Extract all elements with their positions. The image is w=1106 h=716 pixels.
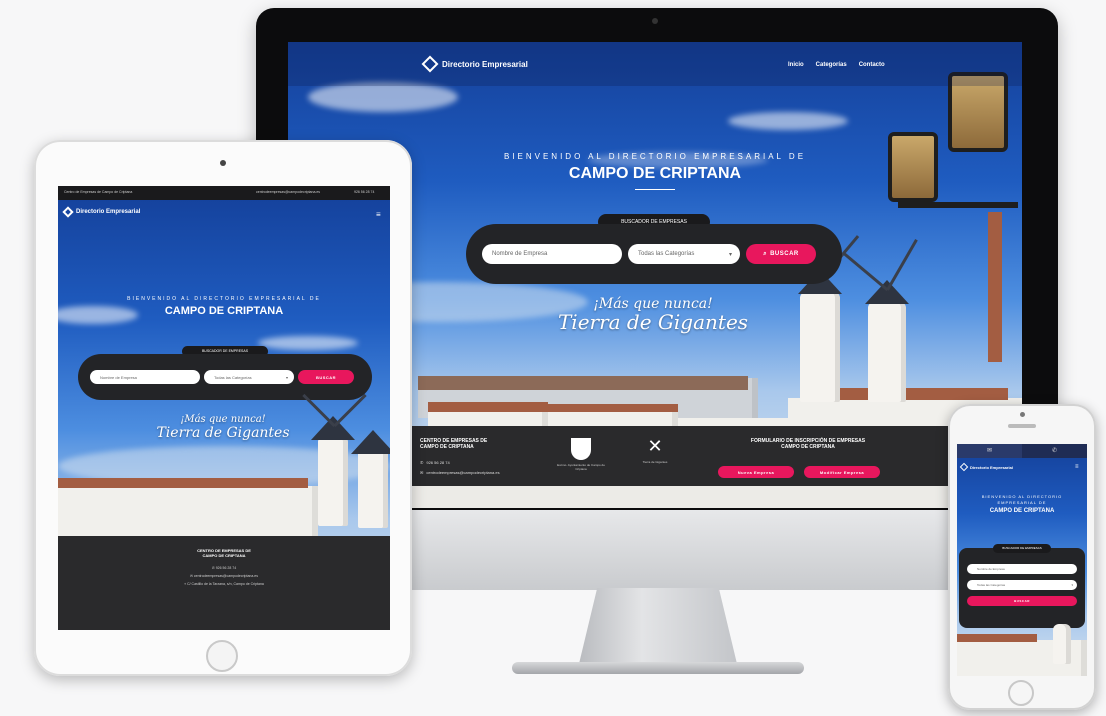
iphone-home-button bbox=[1008, 680, 1034, 706]
tablet-brand-logo[interactable]: Directorio Empresarial bbox=[62, 206, 141, 218]
slogan-line-2: Tierra de Gigantes bbox=[557, 310, 749, 334]
category-select[interactable]: Todas las Categorías ▾ bbox=[628, 244, 740, 264]
mobile-brand-logo-icon bbox=[959, 462, 969, 472]
device-mockup-stage: Directorio Empresarial Inicio Categorías… bbox=[0, 0, 1106, 716]
form-title: FORMULARIO DE INSCRIPCIÓN DE EMPRESAS CA… bbox=[750, 438, 866, 450]
tablet-company-name-input[interactable]: Nombre de Empresa bbox=[90, 370, 200, 384]
tablet-category-value: Todas las Categorías bbox=[214, 374, 252, 380]
mobile-category-value: Todas las Categorías bbox=[977, 583, 1006, 587]
tablet-website: Centro de Empresas de Campo de Criptana … bbox=[58, 186, 390, 630]
mobile-search-tag: BUSCADOR DE EMPRESAS bbox=[993, 544, 1051, 553]
tablet-hero-welcome: BIENVENIDO AL DIRECTORIO EMPRESARIAL DE bbox=[127, 296, 321, 302]
tablet-footer-title: CENTRO DE EMPRESAS DE CAMPO DE CRIPTANA bbox=[197, 548, 251, 558]
tablet-topbar-phone: 926 56 28 74 bbox=[354, 190, 375, 194]
phone-icon: ✆ bbox=[420, 460, 424, 465]
new-company-button[interactable]: Nueva Empresa bbox=[718, 466, 794, 478]
mobile-hero-welcome: BIENVENIDO AL DIRECTORIO EMPRESARIAL DE bbox=[981, 494, 1063, 505]
tablet-footer-phone: 926 56 28 74 bbox=[215, 566, 237, 570]
tablet-brand-logo-icon bbox=[62, 206, 74, 218]
search-icon: ⌕ bbox=[763, 250, 768, 257]
mobile-topbar: ✉ ✆ bbox=[957, 444, 1087, 458]
top-navbar: Directorio Empresarial Inicio Categorías… bbox=[288, 42, 1022, 86]
nav-item-home[interactable]: Inicio bbox=[788, 62, 804, 68]
footer-email[interactable]: centrodeempresas@campodecriptana.es bbox=[426, 470, 499, 475]
search-bar: Nombre de Empresa Todas las Categorías ▾… bbox=[466, 224, 842, 284]
chevron-down-icon: ▾ bbox=[728, 251, 732, 258]
modify-company-button[interactable]: Modificar Empresa bbox=[804, 466, 880, 478]
tablet-category-select[interactable]: Todas las Categorías ▾ bbox=[204, 370, 294, 384]
mobile-category-select[interactable]: Todas las Categorías ▾ bbox=[967, 580, 1077, 590]
tablet-search-button[interactable]: BUSCAR bbox=[298, 370, 354, 384]
tierra-gigantes-logo: ✕ Tierra de Gigantes bbox=[630, 436, 680, 464]
tablet-topbar-email: centrodeempresas@campodecriptana.es bbox=[256, 190, 321, 194]
tablet-search-bar: Nombre de Empresa Todas las Categorías ▾… bbox=[78, 354, 372, 400]
brand-name: Directorio Empresarial bbox=[442, 59, 528, 69]
town-hall-caption: Excmo. Ayuntamiento de Campo de Criptana bbox=[557, 463, 605, 471]
mail-icon: ✉ bbox=[420, 470, 424, 475]
mobile-brand-name: Directorio Empresarial bbox=[970, 464, 1013, 470]
tablet-footer-address: C/ Castillo de la Tarzana, s/n, Campo de… bbox=[187, 582, 264, 586]
mobile-brand-logo[interactable]: Directorio Empresarial bbox=[959, 462, 1013, 472]
company-name-input[interactable]: Nombre de Empresa bbox=[482, 244, 622, 264]
mobile-phone-icon[interactable]: ✆ bbox=[1022, 444, 1087, 458]
hero-divider bbox=[635, 189, 675, 190]
town-hall-logo: Excmo. Ayuntamiento de Campo de Criptana bbox=[556, 438, 606, 471]
tablet-hero-title: CAMPO DE CRIPTANA bbox=[164, 305, 284, 317]
tablet-footer-email[interactable]: centrodeempresas@campodecriptana.es bbox=[194, 574, 258, 578]
tablet-slogan-line-2: Tierra de Gigantes bbox=[156, 425, 290, 441]
mobile-search-box: BUSCADOR DE EMPRESAS Nombre de Empresa T… bbox=[959, 544, 1085, 628]
mobile-search-button[interactable]: BUSCAR bbox=[967, 596, 1077, 606]
tierra-gigantes-caption: Tierra de Gigantes bbox=[642, 460, 668, 464]
tablet-footer: CENTRO DE EMPRESAS DE CAMPO DE CRIPTANA … bbox=[58, 536, 390, 630]
nav-item-categories[interactable]: Categorías bbox=[816, 62, 847, 68]
imac-stand bbox=[578, 588, 738, 668]
mobile-company-name-input[interactable]: Nombre de Empresa bbox=[967, 564, 1077, 574]
mobile-menu-icon[interactable]: ≡ bbox=[1075, 464, 1079, 470]
brand-logo[interactable]: Directorio Empresarial bbox=[421, 55, 528, 73]
ipad-camera bbox=[220, 160, 226, 166]
footer-phone: 926 56 28 74 bbox=[426, 460, 450, 465]
tablet-topbar: Centro de Empresas de Campo de Criptana … bbox=[58, 186, 390, 200]
search-button[interactable]: ⌕ BUSCAR bbox=[746, 244, 816, 264]
ipad-home-button bbox=[206, 640, 238, 672]
windmill-icon: ✕ bbox=[647, 436, 663, 456]
iphone-camera bbox=[1020, 412, 1025, 417]
tablet-topbar-left: Centro de Empresas de Campo de Criptana bbox=[64, 190, 133, 194]
imac-foot bbox=[512, 662, 804, 674]
iphone-speaker bbox=[1008, 424, 1036, 428]
menu-icon[interactable]: ≡ bbox=[376, 210, 381, 219]
tablet-slogan-line-1: ¡Más que nunca! bbox=[180, 414, 266, 425]
tablet-chevron-down-icon: ▾ bbox=[285, 374, 288, 380]
nav-item-contact[interactable]: Contacto bbox=[859, 62, 885, 68]
imac-camera bbox=[652, 18, 658, 24]
mobile-website: ✉ ✆ Directorio Empresarial ≡ BIENVENIDO … bbox=[957, 444, 1087, 676]
search-button-label: BUSCAR bbox=[770, 251, 799, 257]
tablet-brand-name: Directorio Empresarial bbox=[76, 209, 141, 215]
category-select-value: Todas las Categorías bbox=[638, 251, 695, 257]
mobile-hero-title: CAMPO DE CRIPTANA bbox=[989, 508, 1055, 514]
mobile-mail-icon[interactable]: ✉ bbox=[957, 444, 1022, 458]
mobile-chevron-down-icon: ▾ bbox=[1071, 583, 1073, 587]
brand-logo-icon bbox=[421, 55, 439, 73]
footer-center-title: CENTRO DE EMPRESAS DE CAMPO DE CRIPTANA bbox=[420, 438, 488, 450]
coat-of-arms-icon bbox=[571, 438, 591, 460]
